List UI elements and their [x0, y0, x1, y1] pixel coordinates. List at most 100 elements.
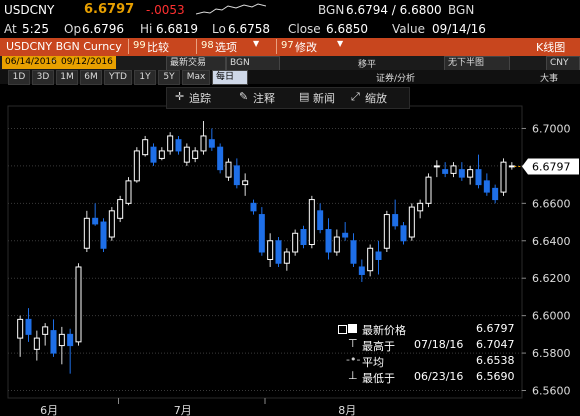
candle-body-up [125, 180, 132, 204]
news-icon: ▤ [299, 90, 310, 103]
legend-avg-value: 6.6538 [476, 354, 515, 367]
options-num: 98 [201, 40, 214, 51]
sparkline-icon [195, 2, 267, 19]
edit-label: 修改 [295, 41, 317, 54]
candle-body-up [308, 199, 315, 246]
y-tick-label: 6.6000 [532, 310, 571, 323]
compare-label: 比较 [147, 41, 169, 54]
candle-body-down [350, 240, 357, 264]
average-marker-icon: -•- [346, 353, 361, 366]
candle-legend-icon [348, 324, 357, 333]
candle-body-up [58, 333, 65, 347]
candle-body-up [142, 139, 149, 156]
candle-body-down [92, 217, 99, 225]
bid-ask-source: BGN [448, 3, 475, 17]
security-analysis-label[interactable]: 证券/分析 [376, 71, 415, 84]
candle-body-up [75, 266, 82, 343]
period-1y-button[interactable]: 1Y [134, 70, 156, 85]
candle-body-down [375, 251, 382, 260]
candle-body-down [67, 333, 74, 347]
candle-body-up [292, 232, 299, 253]
period-ytd-button[interactable]: YTD [104, 70, 132, 85]
candle-body-up [42, 326, 49, 335]
events-label[interactable]: 大事 [540, 71, 558, 84]
candle-body-up [425, 176, 432, 204]
chart-legend: 最新价格 6.6797 ⊤ 最高于 07/18/16 6.7047 -•- 平均… [336, 320, 522, 390]
moving-avg-label: 移平 [358, 60, 377, 70]
candle-body-down [317, 210, 324, 231]
candle-body-up [192, 150, 199, 159]
last-price: 6.6797 [84, 2, 135, 17]
open-label: Op [64, 22, 82, 36]
period-5y-button[interactable]: 5Y [158, 70, 180, 85]
close-label: Close [288, 22, 321, 36]
end-date-field[interactable]: 09/12/2016 [58, 56, 116, 69]
candle-body-down [458, 169, 465, 178]
ticker-symbol: USDCNY [4, 3, 55, 17]
candle-body-down [325, 229, 332, 253]
candle-body-up [200, 135, 207, 152]
last-trade-select[interactable]: 最新交易 [166, 56, 226, 71]
candle-body-up [267, 240, 274, 260]
date-controls: 06/14/2016 - 09/12/2016 最新交易 BGN 移平 无下半图… [0, 56, 580, 71]
candle-body-down [175, 139, 182, 152]
options-button[interactable]: 98 选项 ▼ [196, 39, 263, 54]
ohlc-line: At 5:25 Op 6.6796 Hi 6.6819 Lo 6.6758 Cl… [0, 20, 580, 38]
candle-body-down [208, 139, 215, 148]
legend-low: ⊥ 最低于 06/23/16 6.5690 [336, 369, 522, 385]
legend-last-label: 最新价格 [362, 324, 406, 337]
options-label: 选项 [215, 41, 237, 54]
legend-high-label: 最高于 [362, 340, 395, 353]
low-marker-icon: ⊥ [348, 369, 358, 382]
candle-body-down [300, 229, 307, 246]
at-time: 5:25 [22, 22, 49, 36]
candle-body-up [225, 161, 232, 178]
period-max-button[interactable]: Max [182, 70, 210, 85]
chevron-down-icon: ▼ [253, 39, 260, 48]
security-name: USDCNY BGN Curncy [6, 40, 122, 53]
chart-toolbar: ✛ 追踪 ✎ 注释 ▤ 新闻 ⤢ 缩放 [166, 87, 410, 109]
period-1m-button[interactable]: 1M [56, 70, 78, 85]
period-3d-button[interactable]: 3D [32, 70, 54, 85]
candle-body-down [442, 169, 449, 174]
candle-body-down [150, 146, 157, 163]
lower-panel-select[interactable]: 无下半图 [444, 56, 510, 71]
bid-source: BGN [318, 3, 345, 17]
annotate-button[interactable]: 注释 [253, 90, 275, 106]
legend-high-value: 6.7047 [476, 338, 515, 351]
frequency-select[interactable]: 每日 [212, 70, 248, 85]
period-bar: 1D 3D 1M 6M YTD 1Y 5Y Max 每日 证券/分析 大事 [0, 70, 580, 85]
period-1d-button[interactable]: 1D [8, 70, 30, 85]
candle-body-up [333, 236, 340, 253]
source-select[interactable]: BGN [226, 56, 280, 71]
close-value: 6.6850 [326, 22, 368, 36]
chart-type-label: K线图 [536, 41, 566, 54]
chevron-down-icon: ▼ [337, 39, 344, 48]
candle-body-up [183, 146, 190, 163]
candle-body-up [108, 210, 115, 238]
x-tick-label: 8月 [338, 404, 356, 416]
candle-body-up [500, 161, 507, 193]
legend-average: -•- 平均 6.6538 [336, 353, 522, 369]
candle-body-up [167, 135, 174, 152]
zoom-button[interactable]: 缩放 [365, 90, 387, 106]
news-button[interactable]: 新闻 [313, 90, 335, 106]
currency-select[interactable]: CNY [546, 56, 580, 71]
date-separator: - [52, 56, 56, 66]
candle-body-down [275, 240, 282, 264]
candle-body-up [450, 165, 457, 174]
track-button[interactable]: 追踪 [189, 90, 211, 106]
bid-ask: 6.6794 / 6.6800 [346, 3, 442, 17]
period-6m-button[interactable]: 6M [80, 70, 102, 85]
hi-value: 6.6819 [156, 22, 198, 36]
candle-body-up [367, 247, 374, 272]
price-change: -.0053 [146, 3, 185, 17]
y-tick-label: 6.5800 [532, 347, 571, 360]
compare-button[interactable]: 99 比较 [128, 39, 185, 54]
x-tick-label: 7月 [174, 404, 192, 416]
candle-body-down [258, 214, 265, 253]
hi-label: Hi [140, 22, 153, 36]
candle-body-down [358, 266, 365, 275]
checkbox-icon[interactable] [338, 325, 347, 334]
edit-button[interactable]: 97 修改 ▼ [276, 39, 347, 54]
